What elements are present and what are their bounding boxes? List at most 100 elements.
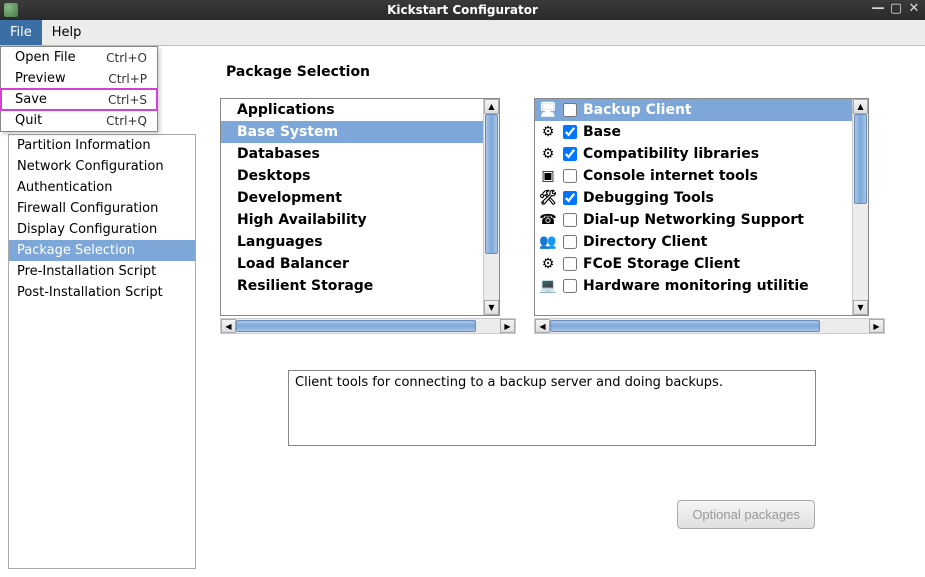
package-row[interactable]: ⚙ Base (535, 121, 852, 143)
category-item[interactable]: Databases (221, 143, 483, 165)
package-checkbox[interactable] (563, 103, 577, 117)
category-item[interactable]: High Availability (221, 209, 483, 231)
scroll-thumb[interactable] (854, 114, 867, 204)
page-title: Package Selection (226, 64, 901, 80)
menu-file[interactable]: File (0, 20, 42, 45)
minimize-button[interactable]: — (871, 2, 885, 16)
package-label: Directory Client (583, 234, 707, 250)
menu-shortcut: Ctrl+P (108, 72, 147, 86)
scroll-thumb[interactable] (236, 320, 476, 332)
file-menu-save[interactable]: Save Ctrl+S (1, 89, 157, 110)
package-label: Base (583, 124, 621, 140)
sidebar-item-partition-information[interactable]: Partition Information (9, 135, 195, 156)
package-row[interactable]: ▣ Console internet tools (535, 165, 852, 187)
content-area: Package Selection ApplicationsBase Syste… (196, 46, 925, 577)
scroll-right-icon[interactable]: ▶ (869, 319, 884, 333)
scroll-up-icon[interactable]: ▲ (853, 99, 868, 114)
package-label: FCoE Storage Client (583, 256, 740, 272)
terminal-icon: ▣ (539, 167, 557, 185)
package-checkbox[interactable] (563, 235, 577, 249)
scroll-down-icon[interactable]: ▼ (853, 300, 868, 315)
category-hscroll[interactable]: ◀ ▶ (220, 318, 516, 334)
package-label: Hardware monitoring utilitie (583, 278, 809, 294)
tools-icon: 🛠 (539, 189, 557, 207)
file-menu-preview[interactable]: Preview Ctrl+P (1, 68, 157, 89)
package-label: Dial-up Networking Support (583, 212, 804, 228)
package-row[interactable]: 👥 Directory Client (535, 231, 852, 253)
scroll-left-icon[interactable]: ◀ (535, 319, 550, 333)
package-row[interactable]: 🖥 Backup Client (535, 99, 852, 121)
scroll-left-icon[interactable]: ◀ (221, 319, 236, 333)
sidebar-item-display-configuration[interactable]: Display Configuration (9, 219, 195, 240)
package-hscroll[interactable]: ◀ ▶ (534, 318, 885, 334)
backup-icon: 🖥 (539, 101, 557, 119)
package-label: Compatibility libraries (583, 146, 759, 162)
category-item[interactable]: Development (221, 187, 483, 209)
menu-shortcut: Ctrl+S (108, 93, 147, 107)
menu-label: Quit (15, 113, 42, 128)
package-listbox: 🖥 Backup Client ⚙ Base ⚙ Compatibility librar… (534, 98, 869, 316)
scroll-up-icon[interactable]: ▲ (484, 99, 499, 114)
gear-icon: ⚙ (539, 123, 557, 141)
category-item[interactable]: Base System (221, 121, 483, 143)
menu-label: Preview (15, 71, 66, 86)
description-box: Client tools for connecting to a backup … (288, 370, 816, 446)
phone-icon: ☎ (539, 211, 557, 229)
category-listbox: ApplicationsBase SystemDatabasesDesktops… (220, 98, 500, 316)
package-checkbox[interactable] (563, 213, 577, 227)
category-item[interactable]: Languages (221, 231, 483, 253)
category-scrollbar[interactable]: ▲ ▼ (483, 99, 499, 315)
sidebar-item-network-configuration[interactable]: Network Configuration (9, 156, 195, 177)
category-item[interactable]: Applications (221, 99, 483, 121)
sidebar-item-package-selection[interactable]: Package Selection (9, 240, 195, 261)
package-row[interactable]: ☎ Dial-up Networking Support (535, 209, 852, 231)
scroll-right-icon[interactable]: ▶ (500, 319, 515, 333)
package-checkbox[interactable] (563, 191, 577, 205)
scroll-thumb[interactable] (550, 320, 820, 332)
menu-label: Save (15, 92, 47, 107)
menu-shortcut: Ctrl+Q (106, 114, 147, 128)
users-icon: 👥 (539, 233, 557, 251)
scroll-down-icon[interactable]: ▼ (484, 300, 499, 315)
app-icon (4, 3, 18, 17)
package-checkbox[interactable] (563, 125, 577, 139)
file-dropdown-menu: Open File Ctrl+O Preview Ctrl+P Save Ctrl+S Qu… (0, 46, 158, 132)
gear-icon: ⚙ (539, 145, 557, 163)
menubar: File Help (0, 20, 925, 46)
package-scrollbar[interactable]: ▲ ▼ (852, 99, 868, 315)
maximize-button[interactable]: ▢ (889, 2, 903, 16)
package-label: Backup Client (583, 102, 692, 118)
window-titlebar: Kickstart Configurator — ▢ ✕ (0, 0, 925, 20)
window-title: Kickstart Configurator (387, 3, 538, 17)
package-row[interactable]: 💻 Hardware monitoring utilitie (535, 275, 852, 297)
package-row[interactable]: 🛠 Debugging Tools (535, 187, 852, 209)
package-checkbox[interactable] (563, 279, 577, 293)
close-button[interactable]: ✕ (907, 2, 921, 16)
sidebar-item-authentication[interactable]: Authentication (9, 177, 195, 198)
sidebar-item-pre-installation-script[interactable]: Pre-Installation Script (9, 261, 195, 282)
description-text: Client tools for connecting to a backup … (295, 375, 723, 390)
gear-icon: ⚙ (539, 255, 557, 273)
package-label: Debugging Tools (583, 190, 714, 206)
sidebar-item-firewall-configuration[interactable]: Firewall Configuration (9, 198, 195, 219)
package-row[interactable]: ⚙ FCoE Storage Client (535, 253, 852, 275)
menu-help[interactable]: Help (42, 20, 92, 45)
package-label: Console internet tools (583, 168, 758, 184)
sidebar: Partition InformationNetwork Configurati… (8, 134, 196, 569)
menu-shortcut: Ctrl+O (106, 51, 147, 65)
file-menu-open-file[interactable]: Open File Ctrl+O (1, 47, 157, 68)
package-checkbox[interactable] (563, 147, 577, 161)
menu-label: Open File (15, 50, 76, 65)
optional-packages-button[interactable]: Optional packages (677, 500, 815, 529)
scroll-thumb[interactable] (485, 114, 498, 254)
sidebar-item-post-installation-script[interactable]: Post-Installation Script (9, 282, 195, 303)
monitor-icon: 💻 (539, 277, 557, 295)
package-row[interactable]: ⚙ Compatibility libraries (535, 143, 852, 165)
package-checkbox[interactable] (563, 169, 577, 183)
category-item[interactable]: Load Balancer (221, 253, 483, 275)
file-menu-quit[interactable]: Quit Ctrl+Q (1, 110, 157, 131)
category-item[interactable]: Resilient Storage (221, 275, 483, 297)
package-checkbox[interactable] (563, 257, 577, 271)
sidebar-list: Partition InformationNetwork Configurati… (9, 135, 195, 303)
category-item[interactable]: Desktops (221, 165, 483, 187)
